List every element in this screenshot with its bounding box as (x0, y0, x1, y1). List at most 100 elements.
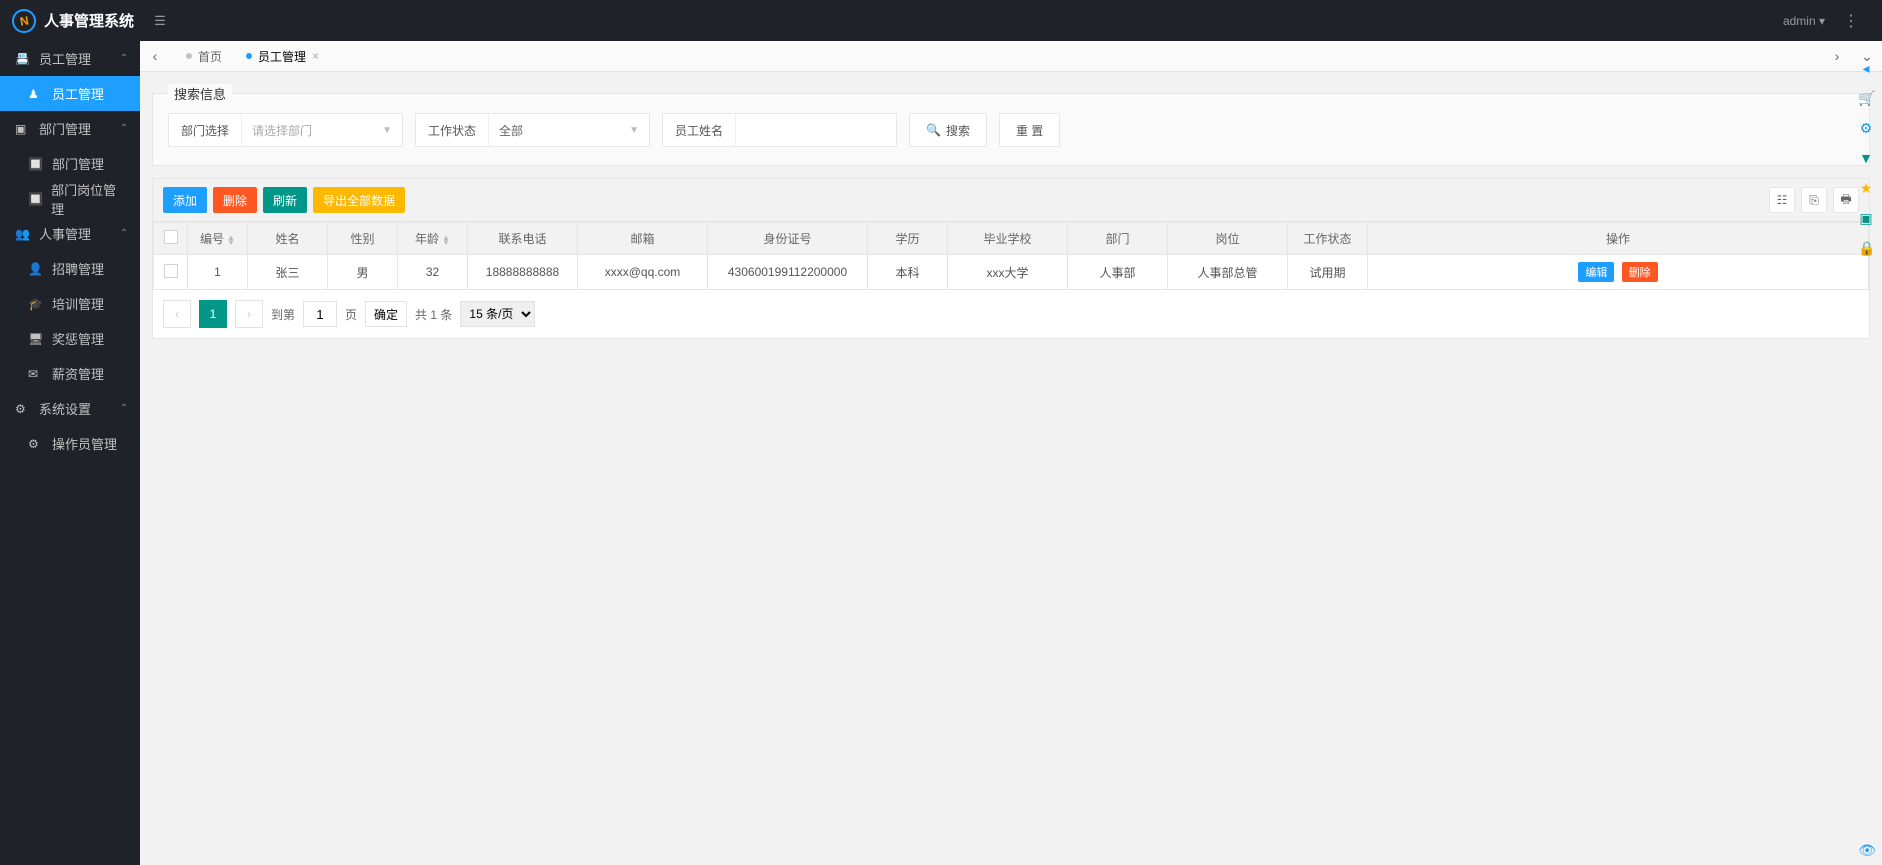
page-suffix: 页 (345, 306, 357, 323)
goto-page-input[interactable] (303, 301, 337, 327)
name-input[interactable] (736, 114, 896, 146)
cell-action: 编辑 删除 (1368, 255, 1869, 290)
data-table: 编号▲▼ 姓名 性别 年龄▲▼ 联系电话 邮箱 身份证号 学历 毕业学校 部门 … (153, 222, 1869, 290)
sidebar-item-employee-manage[interactable]: ♟员工管理 (0, 76, 140, 111)
col-name: 姓名 (248, 223, 328, 255)
tab-label: 首页 (198, 48, 222, 65)
chevron-down-icon: ▼ (629, 125, 639, 136)
search-button[interactable]: 🔍搜索 (909, 113, 987, 147)
tab-home[interactable]: 首页 (174, 41, 234, 72)
preview-icon[interactable]: 👁 (1858, 842, 1876, 859)
status-select[interactable]: 全部▼ (489, 114, 649, 146)
sidebar-group-department[interactable]: ▣ 部门管理 ⌃ (0, 111, 140, 146)
tab-employee-manage[interactable]: 员工管理× (234, 41, 331, 72)
sidebar-group-employee[interactable]: 📇员工管理⌃ (0, 41, 140, 76)
list-icon: 📇 (15, 52, 33, 66)
tabs-scroll-right[interactable]: › (1822, 48, 1852, 65)
sidebar-item-department-post[interactable]: 🔲部门岗位管理 (0, 181, 140, 216)
name-label: 员工姓名 (663, 114, 736, 146)
export-all-button[interactable]: 导出全部数据 (313, 187, 405, 213)
cell-dept: 人事部 (1068, 255, 1168, 290)
sidebar: 📇员工管理⌃ ♟员工管理 ▣部门管理⌃ 🔲部门管理 🔲部门岗位管理 👥人事管理⌃… (0, 41, 140, 865)
sidebar-item-recruit[interactable]: 👤 招聘管理 (0, 251, 140, 286)
chevron-down-icon: ▼ (382, 125, 392, 136)
col-idcard: 身份证号 (708, 223, 868, 255)
row-edit-button[interactable]: 编辑 (1578, 262, 1614, 282)
page-1[interactable]: 1 (199, 300, 227, 328)
sidebar-item-department-manage[interactable]: 🔲 部门管理 (0, 146, 140, 181)
right-tools-bar: ◂ 🛒 ⚙ ▼ ★ ▣ 🔒 (1856, 60, 1876, 256)
reset-button[interactable]: 重 置 (999, 113, 1060, 147)
tool-gear-icon[interactable]: ⚙ (1858, 120, 1874, 136)
page-next[interactable]: › (235, 300, 263, 328)
sidebar-group-hr[interactable]: 👥人事管理⌃ (0, 216, 140, 251)
tool-cart-icon[interactable]: 🛒 (1858, 90, 1874, 106)
chevron-up-icon: ⌃ (120, 53, 128, 64)
sidebar-label: 员工管理 (52, 84, 104, 103)
dot-icon (246, 53, 252, 59)
search-legend: 搜索信息 (168, 84, 232, 103)
user-dropdown[interactable]: admin ▾ (1773, 14, 1835, 28)
columns-icon[interactable]: ☷ (1769, 187, 1795, 213)
row-checkbox[interactable] (164, 264, 178, 278)
pagination: ‹ 1 › 到第 页 确定 共 1 条 15 条/页 (153, 290, 1869, 338)
gear-icon: ⚙ (15, 402, 33, 416)
gear-icon: ⚙ (28, 437, 46, 451)
dept-label: 部门选择 (169, 114, 242, 146)
status-select-wrapper: 工作状态 全部▼ (415, 113, 650, 147)
card-icon: ▣ (15, 122, 33, 136)
sidebar-item-operator[interactable]: ⚙操作员管理 (0, 426, 140, 461)
tool-star-icon[interactable]: ★ (1858, 180, 1874, 196)
tabs-bar: ‹ 首页 员工管理× › ⌄ (140, 41, 1882, 72)
header-more-icon[interactable]: ⋮ (1835, 11, 1867, 31)
tool-filter-icon[interactable]: ▼ (1858, 150, 1874, 166)
card-icon: 🔲 (28, 192, 45, 206)
cell-post: 人事部总管 (1168, 255, 1288, 290)
search-btn-label: 搜索 (946, 122, 970, 139)
chevron-up-icon: ⌃ (120, 123, 128, 134)
content-area: 搜索信息 部门选择 请选择部门 ▼ 工作状态 全部▼ 员工姓名 🔍搜索 重 置 (140, 72, 1882, 865)
delete-button[interactable]: 删除 (213, 187, 257, 213)
dept-placeholder: 请选择部门 (252, 122, 312, 139)
sort-icon[interactable]: ▲▼ (442, 235, 450, 245)
refresh-button[interactable]: 刷新 (263, 187, 307, 213)
sort-icon[interactable]: ▲▼ (227, 235, 235, 245)
name-input-wrapper: 员工姓名 (662, 113, 897, 147)
row-delete-button[interactable]: 删除 (1622, 262, 1658, 282)
close-icon[interactable]: × (312, 49, 319, 63)
card-icon: 🔲 (28, 157, 46, 171)
dept-select[interactable]: 请选择部门 ▼ (242, 114, 402, 146)
sidebar-toggle-icon[interactable]: ☰ (140, 13, 180, 29)
cell-age: 32 (398, 255, 468, 290)
envelope-icon: ✉ (28, 367, 46, 381)
cell-idcard: 430600199112200000 (708, 255, 868, 290)
sidebar-label: 部门管理 (52, 154, 104, 173)
tool-arrow-icon[interactable]: ◂ (1858, 60, 1874, 76)
select-all-checkbox[interactable] (164, 230, 178, 244)
cell-status: 试用期 (1288, 255, 1368, 290)
sidebar-label: 部门管理 (39, 119, 91, 138)
total-label: 共 1 条 (415, 306, 452, 323)
tabs-scroll-left[interactable]: ‹ (140, 48, 170, 64)
goto-confirm-button[interactable]: 确定 (365, 301, 407, 327)
tool-lock-icon[interactable]: 🔒 (1858, 240, 1874, 256)
page-prev[interactable]: ‹ (163, 300, 191, 328)
export-icon[interactable]: ⎘ (1801, 187, 1827, 213)
tool-square-icon[interactable]: ▣ (1858, 210, 1874, 226)
top-header: N 人事管理系统 ☰ admin ▾ ⋮ (0, 0, 1882, 41)
col-dept: 部门 (1068, 223, 1168, 255)
sidebar-item-reward[interactable]: 🖥奖惩管理 (0, 321, 140, 356)
sidebar-label: 系统设置 (39, 399, 91, 418)
graduation-icon: 🎓 (28, 297, 46, 311)
sidebar-group-system[interactable]: ⚙系统设置⌃ (0, 391, 140, 426)
sidebar-item-salary[interactable]: ✉薪资管理 (0, 356, 140, 391)
logo-icon: N (12, 9, 36, 33)
sidebar-label: 招聘管理 (52, 259, 104, 278)
add-button[interactable]: 添加 (163, 187, 207, 213)
plus-person-icon: 👤 (28, 262, 46, 276)
sidebar-item-training[interactable]: 🎓 培训管理 (0, 286, 140, 321)
page-size-select[interactable]: 15 条/页 (460, 301, 535, 327)
filter-row: 部门选择 请选择部门 ▼ 工作状态 全部▼ 员工姓名 🔍搜索 重 置 (168, 113, 1854, 147)
sidebar-label: 培训管理 (52, 294, 104, 313)
col-age: 年龄 (415, 232, 439, 246)
